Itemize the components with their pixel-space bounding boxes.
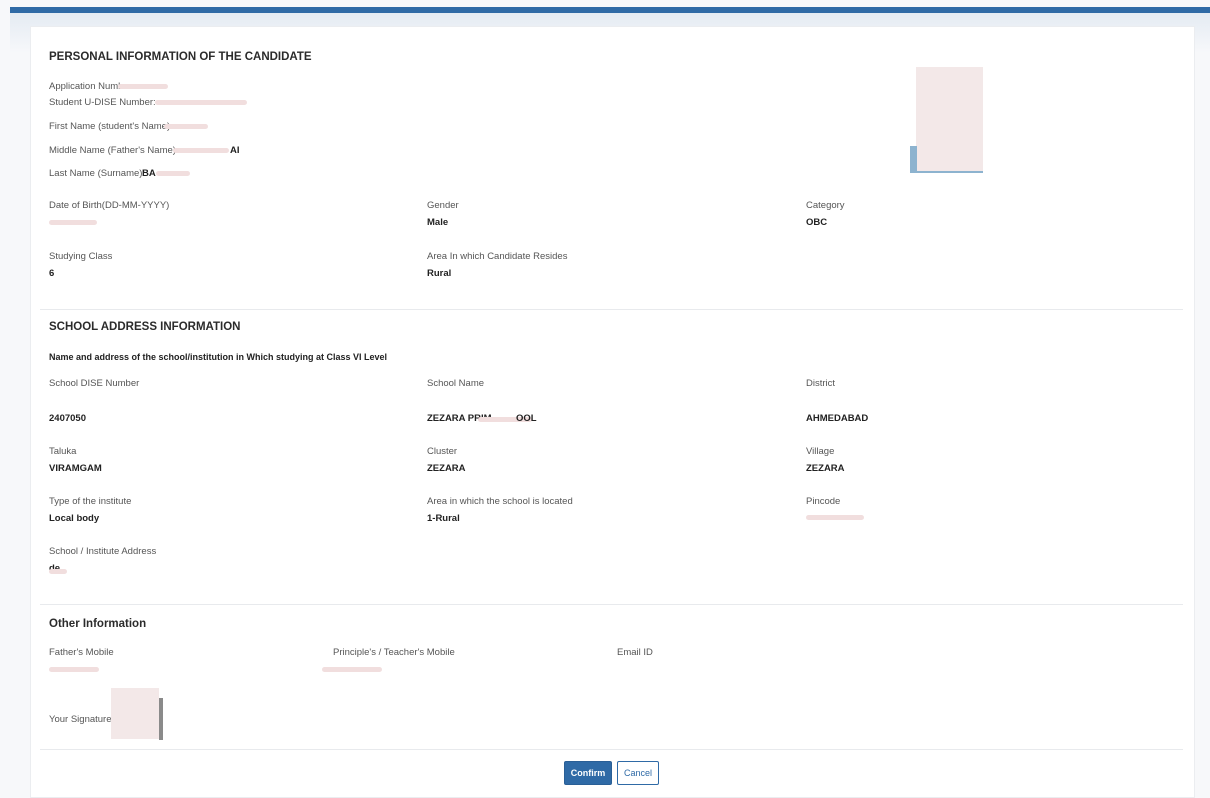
signature-label: Your Signature (49, 714, 112, 725)
dob-label: Date of Birth(DD-MM-YYYY) (49, 200, 170, 211)
residence-area-label: Area In which Candidate Resides (427, 251, 568, 262)
village-value: ZEZARA (806, 463, 845, 474)
udise-number-redacted (155, 100, 247, 105)
school-subtitle: Name and address of the school/instituti… (49, 352, 388, 362)
divider-personal (40, 309, 1183, 310)
photo-edge (910, 146, 917, 173)
school-address-redacted (49, 569, 67, 574)
category-label: Category (806, 200, 845, 211)
cancel-button[interactable]: Cancel (617, 761, 659, 785)
last-name-label: Last Name (Surname): (49, 168, 146, 179)
other-section-title: Other Information (49, 618, 147, 630)
udise-number-label: Student U-DISE Number: (49, 97, 156, 108)
category-value: OBC (806, 217, 828, 228)
middle-name-suffix: AI (230, 145, 240, 156)
divider-actions (40, 749, 1183, 750)
teacher-mobile-label: Principle's / Teacher's Mobile (333, 647, 455, 658)
father-mobile-redacted (49, 667, 99, 672)
school-address-label: School / Institute Address (49, 546, 157, 557)
school-dise-value: 2407050 (49, 413, 86, 424)
last-name-redacted (156, 171, 190, 176)
father-mobile-label: Father's Mobile (49, 647, 114, 658)
first-name-label: First Name (student's Name): (49, 121, 173, 132)
candidate-form-card (30, 26, 1195, 798)
last-name-prefix: BA (142, 168, 156, 179)
school-dise-label: School DISE Number (49, 378, 140, 389)
studying-class-label: Studying Class (49, 251, 113, 262)
confirm-button[interactable]: Confirm (564, 761, 612, 785)
cluster-label: Cluster (427, 446, 458, 457)
village-label: Village (806, 446, 835, 457)
gender-label: Gender (427, 200, 459, 211)
signature-edge (159, 698, 163, 740)
photo-bottom-edge (910, 171, 983, 173)
school-area-label: Area in which the school is located (427, 496, 573, 507)
cluster-value: ZEZARA (427, 463, 466, 474)
email-label: Email ID (617, 647, 653, 658)
institute-type-value: Local body (49, 513, 100, 524)
middle-name-label: Middle Name (Father's Name): (49, 145, 179, 156)
district-label: District (806, 378, 836, 389)
school-name-label: School Name (427, 378, 485, 389)
signature-image (111, 688, 159, 739)
district-value: AHMEDABAD (806, 413, 869, 424)
taluka-label: Taluka (49, 446, 77, 457)
dob-redacted (49, 220, 97, 225)
first-name-redacted (164, 124, 208, 129)
candidate-photo (916, 67, 983, 173)
studying-class-value: 6 (49, 268, 55, 279)
school-section-title: SCHOOL ADDRESS INFORMATION (49, 321, 241, 333)
institute-type-label: Type of the institute (49, 496, 132, 507)
middle-name-redacted (173, 148, 229, 153)
application-number-redacted (118, 84, 168, 89)
teacher-mobile-redacted (322, 667, 382, 672)
gender-value: Male (427, 217, 449, 228)
taluka-value: VIRAMGAM (49, 463, 102, 474)
pincode-label: Pincode (806, 496, 841, 507)
personal-section-title: PERSONAL INFORMATION OF THE CANDIDATE (49, 51, 312, 63)
residence-area-value: Rural (427, 268, 452, 279)
school-name-value-end: OOL (516, 413, 537, 424)
pincode-redacted (806, 515, 864, 520)
school-area-value: 1-Rural (427, 513, 460, 524)
divider-school (40, 604, 1183, 605)
